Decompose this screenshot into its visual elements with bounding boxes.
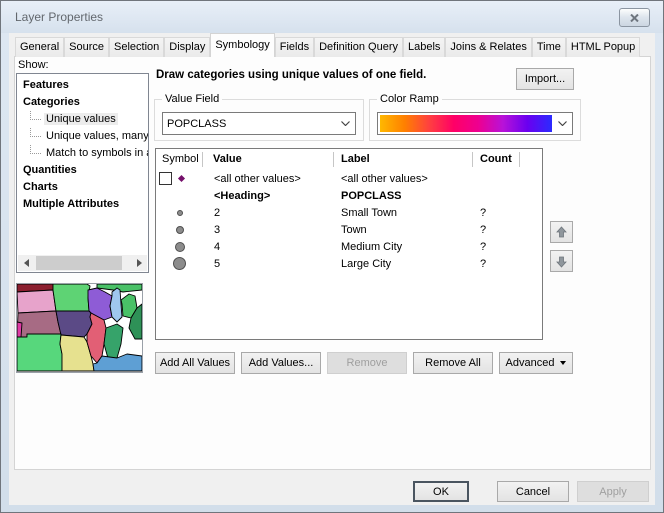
header-label: Label [334, 152, 473, 167]
chevron-down-icon [335, 121, 355, 126]
chevron-down-icon [552, 121, 572, 126]
show-label: Show: [18, 59, 49, 71]
table-header: Symbol Value Label Count [156, 149, 542, 170]
tree-item-unique-values[interactable]: Unique values [17, 111, 148, 128]
import-button[interactable]: Import... [516, 68, 574, 90]
advanced-button[interactable]: Advanced [499, 352, 573, 374]
ok-button[interactable]: OK [413, 481, 469, 502]
tree-item-label: Unique values [44, 113, 118, 125]
move-up-button[interactable] [550, 221, 573, 243]
tab-labels[interactable]: Labels [403, 37, 445, 57]
point-symbol-icon[interactable] [176, 226, 184, 234]
dialog-body: General Source Selection Display Symbolo… [9, 33, 655, 505]
window-frame: General Source Selection Display Symbolo… [1, 33, 663, 512]
diamond-symbol-icon[interactable] [178, 175, 185, 182]
cell-label: POPCLASS [334, 190, 473, 202]
tree-item-label: Unique values, many [44, 130, 148, 142]
arrow-up-icon [555, 226, 568, 239]
symbology-tab-panel: Show: Features Categories Unique values … [14, 56, 651, 470]
cell-value: <all other values> [203, 173, 334, 185]
value-field-group: Value Field POPCLASS [154, 99, 364, 141]
cell-value: 5 [203, 258, 334, 270]
cell-label: Town [334, 224, 473, 236]
remove-all-button[interactable]: Remove All [413, 352, 493, 374]
window-title: Layer Properties [15, 10, 103, 24]
cell-value: 2 [203, 207, 334, 219]
tab-selection[interactable]: Selection [109, 37, 164, 57]
tree-item-charts[interactable]: Charts [17, 179, 148, 196]
tree-item-multiple-attributes[interactable]: Multiple Attributes [17, 196, 148, 213]
tree-item-quantities[interactable]: Quantities [17, 162, 148, 179]
tree-item-match-symbols[interactable]: Match to symbols in a [17, 145, 148, 162]
tree-item-categories[interactable]: Categories [17, 94, 148, 111]
point-symbol-icon[interactable] [175, 242, 185, 252]
cell-count: ? [473, 224, 520, 236]
add-values-button[interactable]: Add Values... [241, 352, 321, 374]
cell-value: 3 [203, 224, 334, 236]
header-symbol: Symbol [156, 152, 203, 167]
titlebar[interactable]: Layer Properties [1, 1, 663, 33]
table-row[interactable]: <Heading> POPCLASS [156, 187, 542, 204]
cell-count: ? [473, 207, 520, 219]
table-row[interactable]: 4 Medium City ? [156, 238, 542, 255]
tab-fields[interactable]: Fields [275, 37, 314, 57]
tab-definition-query[interactable]: Definition Query [314, 37, 403, 57]
table-row[interactable]: 2 Small Town ? [156, 204, 542, 221]
tree-horizontal-scrollbar[interactable] [18, 255, 147, 271]
close-button[interactable] [619, 8, 650, 27]
unique-values-table: Symbol Value Label Count <all other valu… [155, 148, 543, 340]
cell-label: Medium City [334, 241, 473, 253]
cancel-button[interactable]: Cancel [497, 481, 569, 502]
renderer-description: Draw categories using unique values of o… [156, 69, 426, 81]
cell-label: <all other values> [334, 173, 473, 185]
all-other-values-checkbox[interactable] [159, 172, 172, 185]
table-row[interactable]: 5 Large City ? [156, 255, 542, 272]
color-ramp-swatch [380, 115, 552, 132]
apply-button: Apply [577, 481, 649, 502]
map-preview-image [17, 284, 142, 372]
dropdown-arrow-icon [560, 361, 566, 365]
arrow-down-icon [555, 255, 568, 268]
cell-label: Small Town [334, 207, 473, 219]
point-symbol-icon[interactable] [177, 210, 183, 216]
table-row[interactable]: <all other values> <all other values> [156, 170, 542, 187]
color-ramp-group: Color Ramp [369, 99, 581, 141]
tab-display[interactable]: Display [164, 37, 210, 57]
header-count: Count [473, 152, 520, 167]
cell-count: ? [473, 258, 520, 270]
tab-html-popup[interactable]: HTML Popup [566, 37, 640, 57]
remove-button: Remove [327, 352, 407, 374]
cell-label: Large City [334, 258, 473, 270]
color-ramp-dropdown[interactable] [377, 112, 573, 135]
close-icon [630, 14, 639, 22]
tab-source[interactable]: Source [64, 37, 109, 57]
color-ramp-label: Color Ramp [377, 93, 442, 105]
advanced-label: Advanced [506, 357, 555, 369]
cell-value: 4 [203, 241, 334, 253]
value-field-selected: POPCLASS [163, 118, 335, 130]
tree-item-unique-values-many[interactable]: Unique values, many [17, 128, 148, 145]
scroll-right-icon[interactable] [131, 255, 147, 271]
move-down-button[interactable] [550, 250, 573, 272]
cell-count: ? [473, 241, 520, 253]
tab-time[interactable]: Time [532, 37, 566, 57]
value-field-label: Value Field [162, 93, 222, 105]
value-field-dropdown[interactable]: POPCLASS [162, 112, 356, 135]
tab-general[interactable]: General [15, 37, 64, 57]
tab-joins-relates[interactable]: Joins & Relates [445, 37, 531, 57]
tab-strip: General Source Selection Display Symbolo… [15, 35, 640, 57]
scrollbar-thumb[interactable] [36, 256, 122, 270]
renderer-tree: Features Categories Unique values Unique… [16, 73, 149, 273]
tree-item-label: Match to symbols in a [44, 147, 148, 159]
header-value: Value [203, 152, 334, 167]
layer-properties-dialog: Layer Properties General Source Selectio… [0, 0, 664, 513]
tree-item-features[interactable]: Features [17, 77, 148, 94]
tab-symbology[interactable]: Symbology [210, 33, 274, 57]
point-symbol-icon[interactable] [173, 257, 186, 270]
add-all-values-button[interactable]: Add All Values [155, 352, 235, 374]
scroll-left-icon[interactable] [18, 255, 34, 271]
cell-value: <Heading> [203, 190, 334, 202]
table-row[interactable]: 3 Town ? [156, 221, 542, 238]
layer-preview [16, 283, 143, 373]
